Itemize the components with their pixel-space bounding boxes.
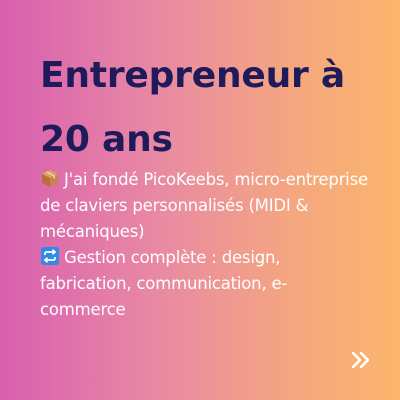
slide-card: Entrepreneur à 20 ans J'ai fondé PicoKee… xyxy=(0,0,400,400)
repeat-arrows-icon xyxy=(41,247,59,265)
slide-body: J'ai fondé PicoKeebs, micro-entreprise d… xyxy=(40,167,370,323)
package-icon xyxy=(42,170,58,187)
double-chevron-right-icon[interactable] xyxy=(349,348,373,372)
bullet-founding: J'ai fondé PicoKeebs, micro-entreprise d… xyxy=(40,167,370,245)
bullet-founding-text: J'ai fondé PicoKeebs, micro-entreprise d… xyxy=(40,170,368,241)
bullet-management-text: Gestion complète : design, fabrication, … xyxy=(40,248,288,319)
slide-title: Entrepreneur à 20 ans xyxy=(40,55,345,160)
bullet-management: Gestion complète : design, fabrication, … xyxy=(40,245,370,323)
